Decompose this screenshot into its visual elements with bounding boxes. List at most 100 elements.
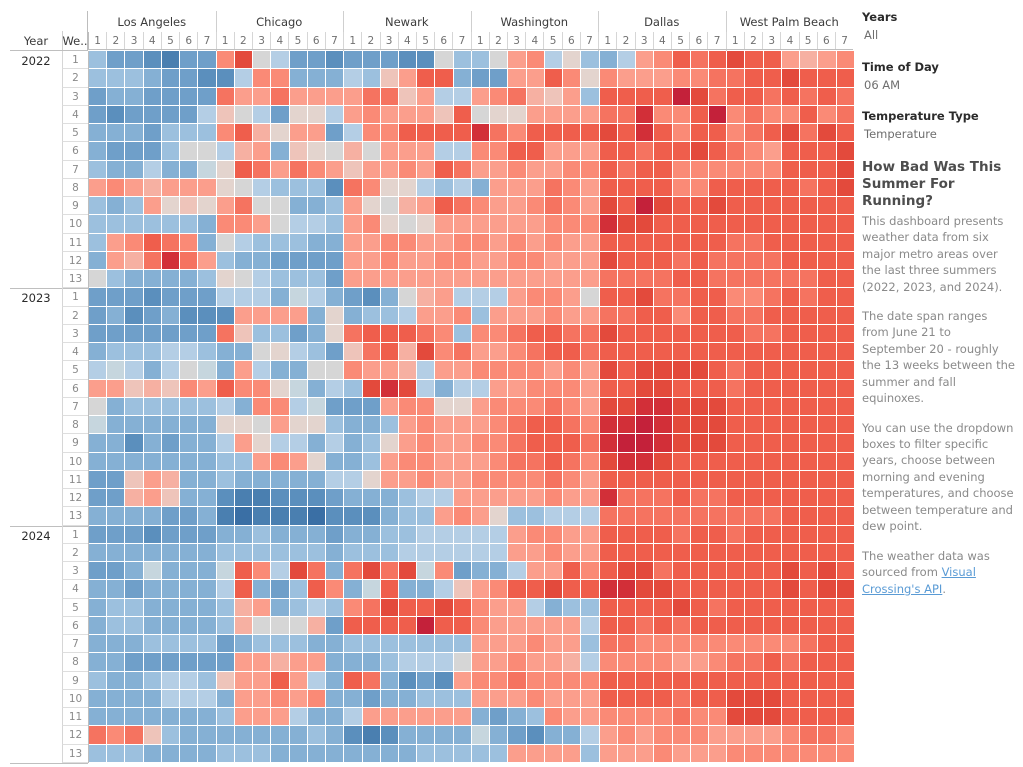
heatmap-cell[interactable] [362, 562, 381, 581]
heatmap-cell[interactable] [198, 726, 217, 745]
heatmap-cell[interactable] [198, 525, 217, 544]
heatmap-cell[interactable] [672, 653, 691, 672]
heatmap-cell[interactable] [490, 416, 509, 435]
heatmap-cell[interactable] [581, 178, 600, 197]
heatmap-cell[interactable] [672, 343, 691, 362]
heatmap-cell[interactable] [253, 397, 272, 416]
heatmap-cell[interactable] [672, 124, 691, 143]
heatmap-cell[interactable] [253, 598, 272, 617]
heatmap-cell[interactable] [581, 598, 600, 617]
heatmap-cell[interactable] [435, 197, 454, 216]
heatmap-cell[interactable] [708, 726, 728, 745]
heatmap-cell[interactable] [800, 708, 819, 727]
heatmap-cell[interactable] [727, 598, 746, 617]
heatmap-cell[interactable] [271, 653, 290, 672]
heatmap-cell[interactable] [234, 635, 254, 654]
heatmap-cell[interactable] [125, 87, 144, 106]
heatmap-cell[interactable] [271, 489, 290, 508]
heatmap-cell[interactable] [508, 562, 527, 581]
heatmap-cell[interactable] [161, 416, 181, 435]
heatmap-cell[interactable] [654, 142, 673, 161]
heatmap-cell[interactable] [471, 562, 491, 581]
heatmap-cell[interactable] [800, 689, 819, 708]
heatmap-cell[interactable] [654, 105, 673, 124]
heatmap-cell[interactable] [453, 124, 472, 143]
heatmap-cell[interactable] [526, 708, 545, 727]
heatmap-cell[interactable] [143, 105, 162, 124]
heatmap-cell[interactable] [690, 324, 709, 343]
heatmap-cell[interactable] [180, 562, 199, 581]
heatmap-cell[interactable] [271, 124, 290, 143]
heatmap-cell[interactable] [198, 598, 217, 617]
heatmap-cell[interactable] [745, 251, 764, 270]
heatmap-cell[interactable] [690, 726, 709, 745]
heatmap-cell[interactable] [307, 689, 327, 708]
heatmap-cell[interactable] [107, 105, 126, 124]
heatmap-cell[interactable] [690, 635, 709, 654]
heatmap-cell[interactable] [398, 671, 418, 690]
heatmap-cell[interactable] [708, 233, 728, 252]
heatmap-cell[interactable] [836, 124, 855, 143]
heatmap-cell[interactable] [781, 105, 801, 124]
heatmap-cell[interactable] [435, 251, 454, 270]
heatmap-cell[interactable] [599, 434, 618, 453]
heatmap-cell[interactable] [781, 708, 801, 727]
heatmap-cell[interactable] [326, 105, 345, 124]
heatmap-cell[interactable] [453, 197, 472, 216]
heatmap-cell[interactable] [636, 124, 655, 143]
heatmap-cell[interactable] [326, 744, 345, 763]
heatmap-cell[interactable] [800, 178, 819, 197]
heatmap-cell[interactable] [435, 580, 454, 599]
heatmap-cell[interactable] [617, 142, 637, 161]
heatmap-cell[interactable] [818, 726, 837, 745]
heatmap-cell[interactable] [289, 215, 308, 234]
heatmap-cell[interactable] [617, 397, 637, 416]
heatmap-cell[interactable] [617, 324, 637, 343]
heatmap-cell[interactable] [581, 635, 600, 654]
heatmap-cell[interactable] [180, 635, 199, 654]
heatmap-cell[interactable] [763, 105, 782, 124]
heatmap-cell[interactable] [508, 270, 527, 289]
heatmap-cell[interactable] [289, 288, 308, 307]
heatmap-cell[interactable] [508, 525, 527, 544]
heatmap-cell[interactable] [763, 635, 782, 654]
heatmap-cell[interactable] [453, 744, 472, 763]
heatmap-cell[interactable] [526, 270, 545, 289]
heatmap-cell[interactable] [599, 251, 618, 270]
heatmap-cell[interactable] [161, 744, 181, 763]
heatmap-cell[interactable] [398, 178, 418, 197]
heatmap-cell[interactable] [344, 452, 363, 471]
heatmap-cell[interactable] [271, 708, 290, 727]
heatmap-cell[interactable] [781, 270, 801, 289]
heatmap-cell[interactable] [289, 306, 308, 325]
heatmap-cell[interactable] [708, 744, 728, 763]
heatmap-cell[interactable] [344, 87, 363, 106]
heatmap-cell[interactable] [362, 215, 381, 234]
heatmap-cell[interactable] [708, 452, 728, 471]
heatmap-cell[interactable] [581, 215, 600, 234]
heatmap-cell[interactable] [526, 361, 545, 380]
heatmap-cell[interactable] [435, 105, 454, 124]
heatmap-cell[interactable] [471, 416, 491, 435]
heatmap-cell[interactable] [398, 343, 418, 362]
heatmap-cell[interactable] [471, 270, 491, 289]
heatmap-cell[interactable] [781, 525, 801, 544]
heatmap-cell[interactable] [672, 598, 691, 617]
heatmap-cell[interactable] [563, 416, 582, 435]
heatmap-cell[interactable] [563, 178, 582, 197]
heatmap-cell[interactable] [471, 379, 491, 398]
heatmap-cell[interactable] [617, 708, 637, 727]
heatmap-cell[interactable] [508, 635, 527, 654]
heatmap-cell[interactable] [234, 489, 254, 508]
heatmap-cell[interactable] [544, 197, 564, 216]
heatmap-cell[interactable] [435, 87, 454, 106]
heatmap-cell[interactable] [727, 689, 746, 708]
heatmap-cell[interactable] [563, 562, 582, 581]
heatmap-cell[interactable] [836, 671, 855, 690]
heatmap-cell[interactable] [781, 233, 801, 252]
heatmap-cell[interactable] [344, 397, 363, 416]
heatmap-cell[interactable] [253, 653, 272, 672]
heatmap-cell[interactable] [161, 616, 181, 635]
heatmap-cell[interactable] [234, 142, 254, 161]
heatmap-cell[interactable] [727, 324, 746, 343]
